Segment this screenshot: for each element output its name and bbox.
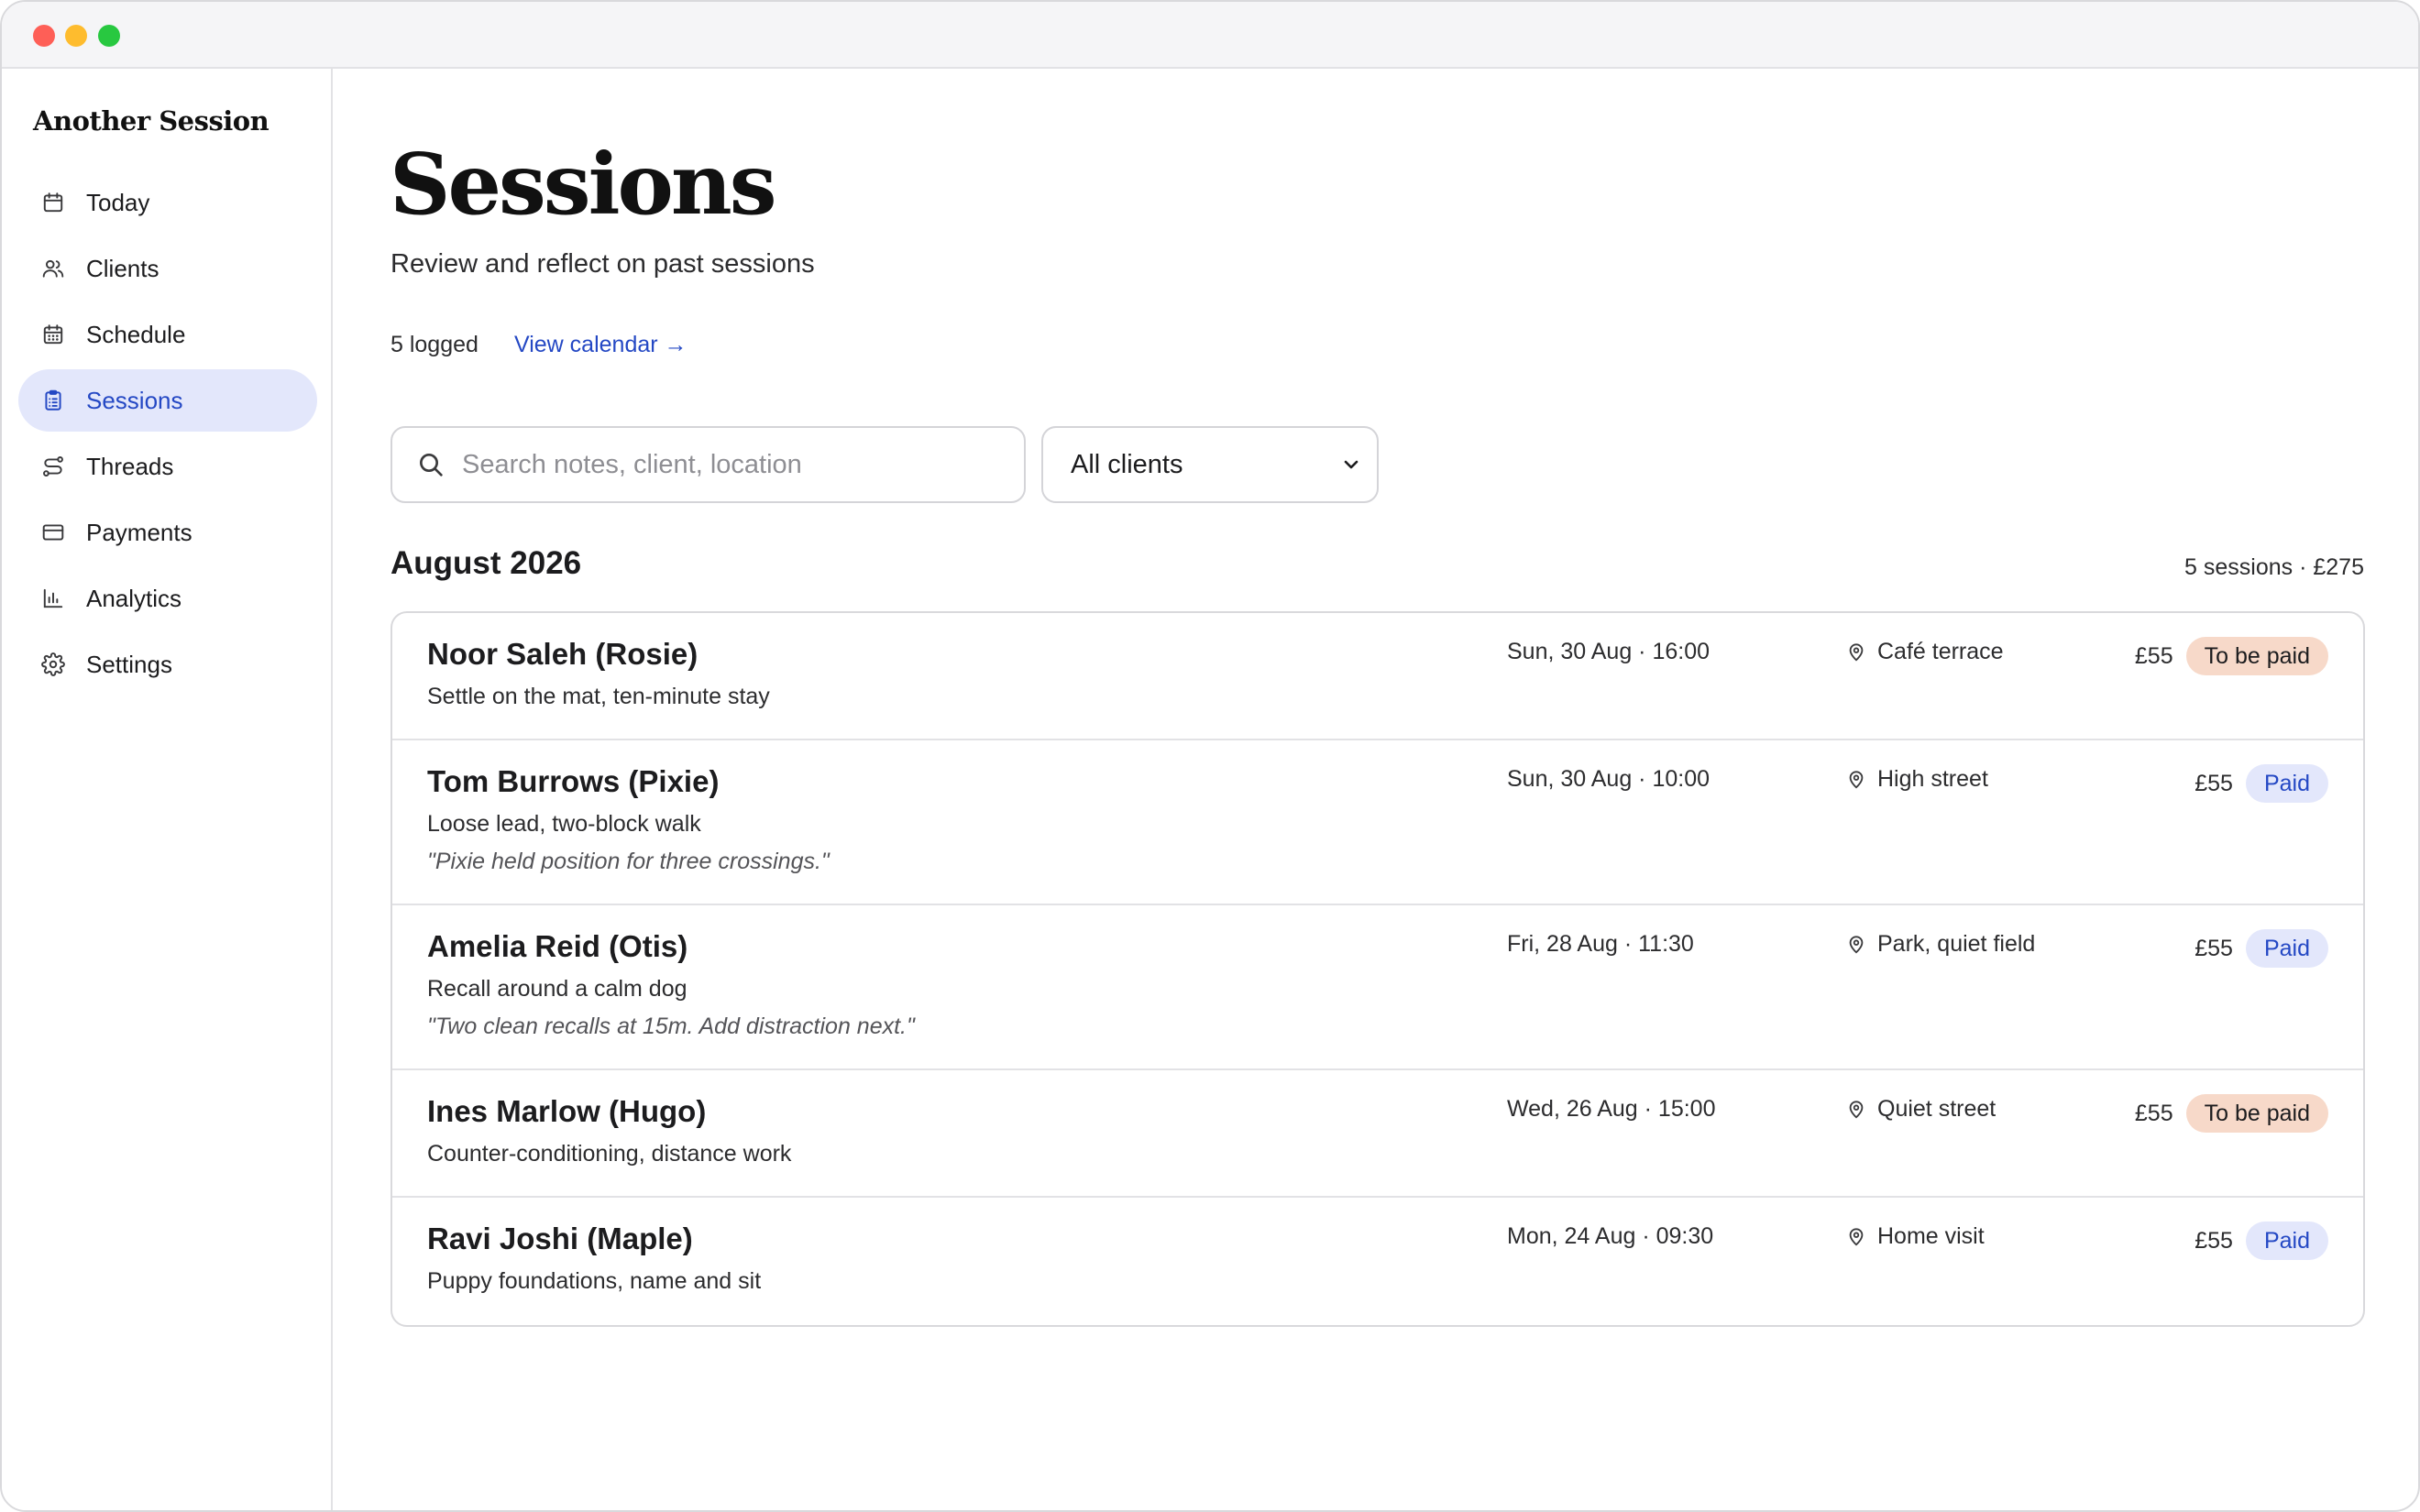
gear-icon: [40, 652, 66, 677]
chevron-down-icon: [1340, 454, 1362, 476]
session-focus: Loose lead, two-block walk: [427, 811, 701, 837]
sidebar-item-label: Schedule: [86, 320, 186, 348]
status-badge: To be paid: [2185, 1094, 2328, 1133]
client-filter-select[interactable]: All clients: [1041, 426, 1379, 503]
sidebar-item-label: Threads: [86, 452, 174, 480]
session-note: "Pixie held position for three crossings…: [427, 849, 830, 874]
page-title: Sessions: [390, 135, 777, 234]
session-datetime: Sun, 30 Aug · 16:00: [1507, 639, 1710, 664]
session-location: High street: [1846, 766, 1988, 793]
session-note: "Two clean recalls at 15m. Add distracti…: [427, 1013, 915, 1039]
session-price: £55: [2134, 642, 2173, 669]
session-location-text: Quiet street: [1877, 1096, 1996, 1122]
calendar-icon: [40, 190, 66, 215]
sidebar-item-payments[interactable]: Payments: [18, 501, 317, 564]
session-count: 5 logged: [390, 332, 478, 357]
client-filter-value: All clients: [1071, 449, 1183, 479]
sidebar-item-label: Analytics: [86, 584, 182, 612]
page-subtitle: Review and reflect on past sessions: [390, 249, 815, 279]
status-badge: Paid: [2245, 1222, 2328, 1260]
sidebar-item-threads[interactable]: Threads: [18, 435, 317, 498]
month-group-summary: 5 sessions · £275: [2184, 554, 2364, 580]
session-client: Ravi Joshi (Maple): [427, 1222, 693, 1255]
users-icon: [40, 256, 66, 281]
sidebar-item-analytics[interactable]: Analytics: [18, 567, 317, 630]
session-price: £55: [2194, 935, 2233, 961]
sidebar: Another Session Today Clients Schedule S…: [2, 69, 333, 1510]
sidebar-item-settings[interactable]: Settings: [18, 633, 317, 696]
session-payment: £55 Paid: [2194, 764, 2328, 803]
session-payment: £55 To be paid: [2135, 1094, 2328, 1133]
session-payment: £55 Paid: [2194, 929, 2328, 968]
search-input[interactable]: Search notes, client, location: [390, 426, 1026, 503]
session-row[interactable]: Amelia Reid (Otis) Recall around a calm …: [392, 905, 2363, 1070]
session-client: Ines Marlow (Hugo): [427, 1094, 707, 1128]
maximize-window-button[interactable]: [98, 25, 120, 47]
session-location: Park, quiet field: [1846, 931, 2035, 958]
app-window: Another Session Today Clients Schedule S…: [0, 0, 2420, 1512]
session-row[interactable]: Tom Burrows (Pixie) Loose lead, two-bloc…: [392, 740, 2363, 905]
session-location-text: Home visit: [1877, 1223, 1985, 1249]
calendar-grid-icon: [40, 322, 66, 347]
session-focus: Settle on the mat, ten-minute stay: [427, 684, 770, 709]
session-row[interactable]: Ines Marlow (Hugo) Counter-conditioning,…: [392, 1070, 2363, 1198]
session-client: Noor Saleh (Rosie): [427, 637, 698, 671]
app-brand: Another Session: [33, 105, 270, 137]
session-datetime: Sun, 30 Aug · 10:00: [1507, 766, 1710, 792]
sidebar-item-clients[interactable]: Clients: [18, 237, 317, 300]
close-window-button[interactable]: [33, 25, 55, 47]
session-focus: Counter-conditioning, distance work: [427, 1141, 792, 1167]
session-price: £55: [2134, 1100, 2173, 1126]
session-payment: £55 Paid: [2194, 1222, 2328, 1260]
session-row[interactable]: Ravi Joshi (Maple) Puppy foundations, na…: [392, 1198, 2363, 1325]
map-pin-icon: [1846, 934, 1868, 956]
map-pin-icon: [1846, 641, 1868, 663]
session-focus: Recall around a calm dog: [427, 976, 688, 1002]
status-badge: Paid: [2245, 929, 2328, 968]
session-location: Home visit: [1846, 1223, 1985, 1250]
session-location-text: Café terrace: [1877, 639, 2004, 664]
sidebar-item-today[interactable]: Today: [18, 171, 317, 234]
sidebar-nav: Today Clients Schedule Sessions Threads …: [18, 171, 317, 699]
search-icon: [416, 449, 447, 480]
session-row[interactable]: Noor Saleh (Rosie) Settle on the mat, te…: [392, 613, 2363, 740]
map-pin-icon: [1846, 1226, 1868, 1248]
status-badge: To be paid: [2185, 637, 2328, 675]
main-content: Sessions Review and reflect on past sess…: [335, 69, 2418, 1510]
session-datetime: Wed, 26 Aug · 15:00: [1507, 1096, 1716, 1122]
session-datetime: Fri, 28 Aug · 11:30: [1507, 931, 1694, 957]
sidebar-item-label: Today: [86, 188, 150, 216]
bar-chart-icon: [40, 586, 66, 611]
session-client: Tom Burrows (Pixie): [427, 764, 720, 798]
search-placeholder: Search notes, client, location: [462, 449, 802, 479]
title-bar: [2, 2, 2418, 69]
view-calendar-link[interactable]: View calendar →: [514, 332, 688, 358]
sessions-list: Noor Saleh (Rosie) Settle on the mat, te…: [390, 611, 2365, 1327]
sidebar-item-label: Sessions: [86, 386, 183, 414]
map-pin-icon: [1846, 769, 1868, 791]
clipboard-icon: [40, 388, 66, 413]
map-pin-icon: [1846, 1099, 1868, 1121]
route-icon: [40, 454, 66, 479]
sidebar-item-label: Clients: [86, 254, 160, 282]
minimize-window-button[interactable]: [65, 25, 87, 47]
card-icon: [40, 520, 66, 545]
month-group-title: August 2026: [390, 545, 582, 581]
session-location-text: High street: [1877, 766, 1988, 792]
session-location: Café terrace: [1846, 639, 2004, 665]
session-payment: £55 To be paid: [2135, 637, 2328, 675]
sidebar-item-label: Settings: [86, 650, 172, 678]
session-client: Amelia Reid (Otis): [427, 929, 688, 963]
sidebar-item-sessions[interactable]: Sessions: [18, 369, 317, 432]
session-price: £55: [2194, 1227, 2233, 1254]
sidebar-item-label: Payments: [86, 518, 192, 546]
sidebar-item-schedule[interactable]: Schedule: [18, 303, 317, 366]
session-focus: Puppy foundations, name and sit: [427, 1268, 762, 1294]
session-location-text: Park, quiet field: [1877, 931, 2036, 957]
session-location: Quiet street: [1846, 1096, 1996, 1123]
status-badge: Paid: [2245, 764, 2328, 803]
session-price: £55: [2194, 770, 2233, 796]
session-datetime: Mon, 24 Aug · 09:30: [1507, 1223, 1714, 1249]
